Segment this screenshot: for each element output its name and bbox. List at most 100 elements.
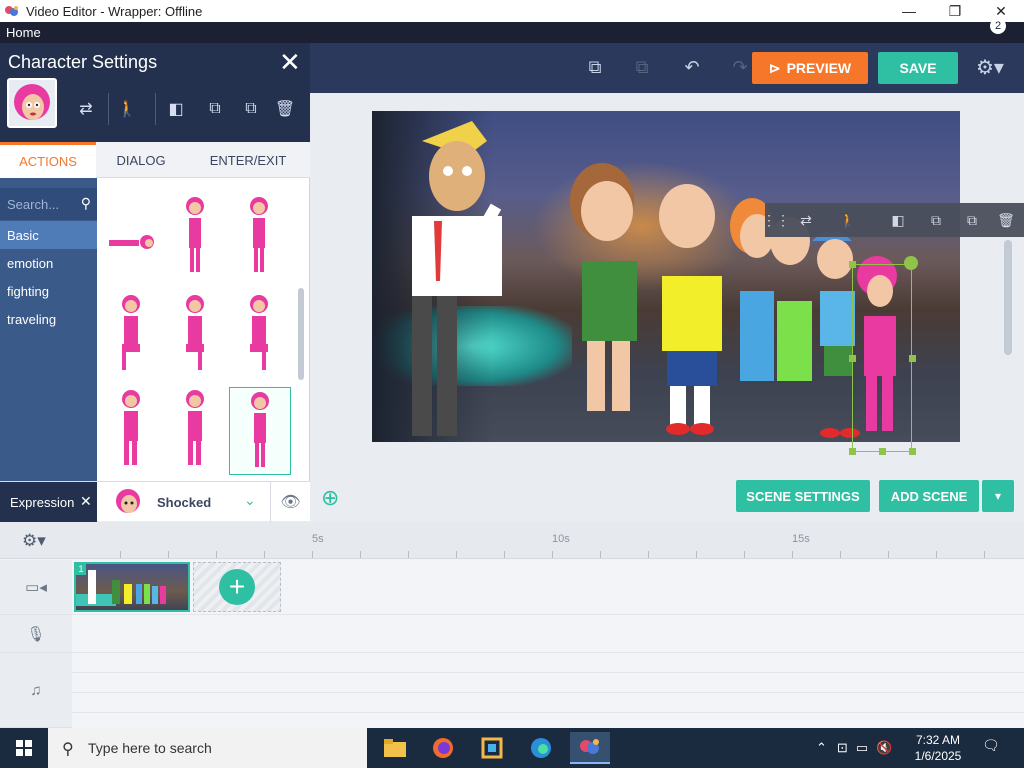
pose-thumbnail[interactable]	[164, 385, 226, 473]
tab-dialog[interactable]: DIALOG	[96, 142, 186, 178]
category-fighting[interactable]: fighting	[0, 277, 97, 305]
trash-icon[interactable]: 🗑	[274, 98, 296, 120]
swap-character-icon[interactable]: ⇄	[75, 98, 97, 120]
resize-handle[interactable]	[849, 355, 856, 362]
add-scene-slot[interactable]: +	[193, 562, 281, 612]
ruler-tick	[552, 551, 553, 558]
character-float-toolbar: ⋮⋮ ⇄ 🚶 ◧ ⧉ ⧉ 🗑	[762, 203, 1024, 237]
copy-icon[interactable]: ⧉	[204, 98, 226, 120]
expression-remove-icon[interactable]: ✕	[80, 493, 92, 510]
timeline-gear-icon[interactable]: ⚙▾	[22, 531, 46, 551]
panel-title: Character Settings	[8, 52, 158, 72]
eye-icon[interactable]: 👁	[270, 482, 310, 522]
scene-settings-button[interactable]: SCENE SETTINGS	[736, 480, 870, 512]
wrapper-taskbar-icon[interactable]	[570, 732, 610, 764]
edge-browser-icon[interactable]	[521, 732, 561, 764]
ruler-tick	[456, 551, 457, 558]
copy-disabled-icon[interactable]: ⧉	[630, 55, 654, 79]
ruler-tick	[696, 551, 697, 558]
category-traveling[interactable]: traveling	[0, 305, 97, 333]
resize-handle[interactable]	[849, 261, 856, 268]
ruler-tick	[408, 551, 409, 558]
pose-thumbnail[interactable]	[100, 290, 162, 378]
walk-motion-icon[interactable]: 🚶	[839, 211, 857, 229]
redo-icon[interactable]: ↷	[728, 55, 752, 79]
trash-icon[interactable]: 🗑	[997, 211, 1015, 229]
flip-icon[interactable]: ◧	[165, 98, 187, 120]
maximize-button[interactable]: ❐	[932, 0, 978, 22]
voice-track	[72, 615, 1024, 653]
pose-thumbnail[interactable]	[228, 290, 290, 378]
flip-icon[interactable]: ◧	[889, 211, 907, 229]
rotate-handle-icon[interactable]	[904, 256, 918, 270]
add-scene-button[interactable]: ADD SCENE	[879, 480, 979, 512]
minimize-button[interactable]: —	[886, 0, 932, 22]
app-window-icon[interactable]	[472, 732, 512, 764]
panel-close-icon[interactable]: ✕	[279, 47, 301, 78]
search-icon: ⚲	[62, 741, 74, 758]
music-track	[72, 653, 1024, 673]
windows-taskbar: ⚲ Type here to search ⌃ ⊡ ▭ 🔇 7:32 AM 1/…	[0, 728, 1024, 768]
monitor-icon[interactable]: ▭	[856, 740, 868, 756]
clock-time: 7:32 AM	[915, 733, 961, 747]
pose-thumbnail[interactable]	[100, 385, 162, 473]
settings-gear-icon[interactable]: ⚙▾	[976, 55, 1004, 80]
pose-thumbnail[interactable]	[164, 192, 226, 280]
resize-handle[interactable]	[849, 448, 856, 455]
pose-thumbnail[interactable]	[164, 290, 226, 378]
firefox-icon[interactable]	[423, 732, 463, 764]
pose-thumbnail-selected[interactable]	[229, 387, 291, 475]
stage-scrollbar[interactable]	[1004, 240, 1012, 355]
window-title: Video Editor - Wrapper: Offline	[26, 3, 203, 19]
category-emotion[interactable]: emotion	[0, 249, 97, 277]
taskbar-search-input[interactable]: ⚲ Type here to search	[48, 728, 367, 768]
tab-actions[interactable]: ACTIONS	[0, 142, 96, 178]
category-basic[interactable]: Basic	[0, 221, 97, 249]
ruler-tick	[984, 551, 985, 558]
preview-button[interactable]: ⊳ PREVIEW	[752, 52, 868, 84]
preview-label: PREVIEW	[786, 60, 852, 76]
music-track	[72, 693, 1024, 713]
notification-icon[interactable]: 🗨	[982, 737, 1006, 759]
paste-icon[interactable]: ⧉	[583, 55, 607, 79]
network-icon[interactable]: ⊡	[837, 740, 848, 756]
tab-enter-exit[interactable]: ENTER/EXIT	[186, 142, 310, 178]
zoom-in-icon[interactable]: ⊕	[321, 485, 339, 511]
ruler-tick	[264, 551, 265, 558]
copy-icon[interactable]: ⧉	[927, 211, 945, 229]
character-brown-hair-kid	[570, 163, 637, 411]
chevron-down-icon[interactable]: ⌄	[244, 492, 256, 509]
save-button[interactable]: SAVE	[878, 52, 958, 84]
expression-select[interactable]: Shocked	[157, 495, 211, 510]
chevron-up-icon[interactable]: ⌃	[816, 740, 827, 756]
character-selection-box[interactable]	[852, 264, 912, 452]
timeline-ruler: ⚙▾ 5s 10s 15s	[0, 522, 1024, 559]
resize-handle[interactable]	[879, 448, 886, 455]
menu-home[interactable]: Home	[6, 25, 41, 40]
plus-icon[interactable]: +	[219, 569, 255, 605]
walk-motion-icon[interactable]: 🚶	[116, 98, 138, 120]
character-avatar[interactable]	[7, 78, 57, 128]
scene-thumbnail[interactable]: 1	[74, 562, 190, 612]
play-circle-icon: ⊳	[768, 59, 781, 76]
drag-grip-icon[interactable]: ⋮⋮	[762, 211, 790, 229]
resize-handle[interactable]	[909, 355, 916, 362]
speaker-muted-icon[interactable]: 🔇	[876, 740, 892, 756]
resize-handle[interactable]	[909, 448, 916, 455]
menu-bar: Home	[0, 22, 1024, 43]
music-track-note-icon: ♫	[0, 653, 72, 728]
swap-character-icon[interactable]: ⇄	[797, 211, 815, 229]
add-scene-dropdown[interactable]: ▾	[982, 480, 1014, 512]
file-explorer-icon[interactable]	[375, 732, 415, 764]
paste-icon[interactable]: ⧉	[963, 211, 981, 229]
ruler-tick	[792, 551, 793, 558]
taskbar-clock[interactable]: 7:32 AM 1/6/2025	[906, 732, 970, 764]
pose-thumbnail[interactable]	[100, 198, 162, 286]
pose-thumbnail[interactable]	[228, 192, 290, 280]
paste-icon[interactable]: ⧉	[240, 98, 262, 120]
pose-grid-scrollbar[interactable]	[298, 288, 304, 380]
action-search-input[interactable]: Search... ⚲	[0, 188, 97, 220]
undo-icon[interactable]: ↶	[680, 55, 704, 79]
windows-start-icon[interactable]	[0, 728, 48, 768]
character-face-icon	[14, 84, 50, 120]
